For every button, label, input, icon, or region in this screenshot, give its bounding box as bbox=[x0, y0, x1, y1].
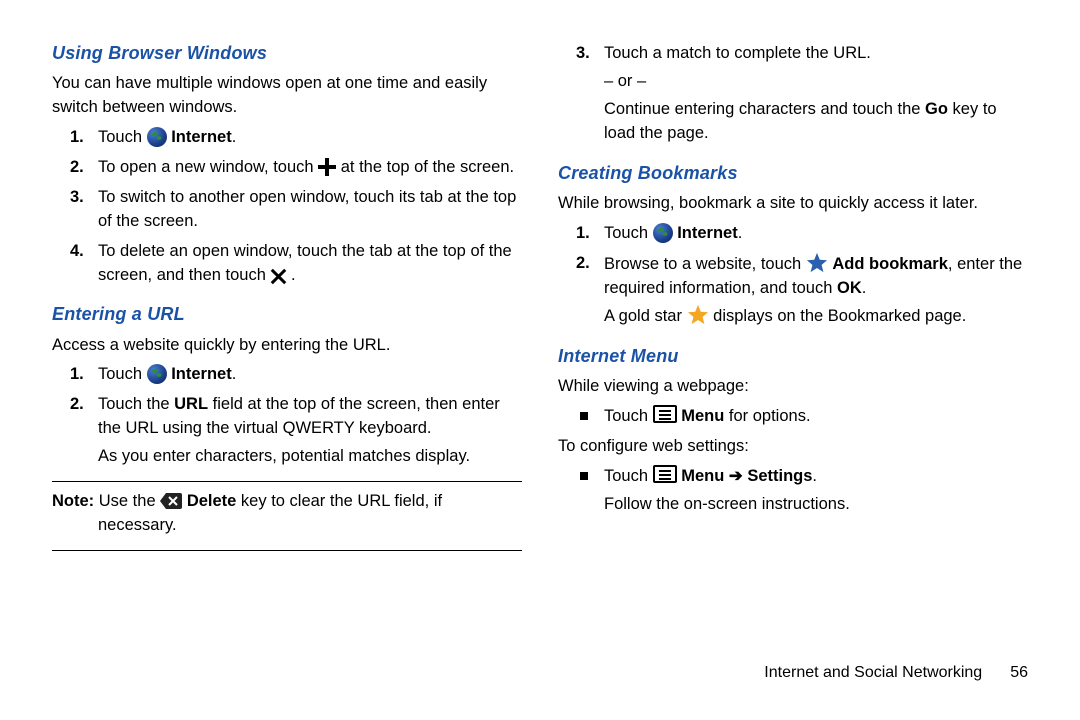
label-menu: Menu bbox=[681, 467, 724, 485]
manual-page: Using Browser Windows You can have multi… bbox=[0, 0, 1080, 720]
section-name: Internet and Social Networking bbox=[764, 664, 982, 681]
heading-creating-bookmarks: Creating Bookmarks bbox=[558, 160, 1028, 186]
bullet-2: Touch Menu ➔ Settings. Follow the on-scr… bbox=[604, 465, 1028, 517]
label-go: Go bbox=[925, 100, 948, 118]
text: Touch bbox=[604, 407, 653, 425]
label-internet: Internet bbox=[171, 128, 232, 146]
gold-star-icon bbox=[687, 304, 709, 326]
plus-icon bbox=[318, 158, 336, 176]
step-2: Touch the URL field at the top of the sc… bbox=[98, 393, 522, 469]
bullet-1: Touch Menu for options. bbox=[604, 405, 1028, 429]
para-configure: To configure web settings: bbox=[558, 435, 1028, 459]
label-url: URL bbox=[174, 395, 208, 413]
step-4: To delete an open window, touch the tab … bbox=[98, 240, 522, 288]
text: Browse to a website, touch bbox=[604, 255, 806, 273]
text: . bbox=[286, 266, 295, 284]
globe-icon bbox=[653, 223, 673, 243]
step-3: To switch to another open window, touch … bbox=[98, 186, 522, 234]
label-internet: Internet bbox=[677, 224, 738, 242]
note-body: Note: Use the Delete key to clear the UR… bbox=[52, 490, 522, 538]
steps-browser-windows: Touch Internet. To open a new window, to… bbox=[52, 126, 522, 288]
bullet-list-2: Touch Menu ➔ Settings. Follow the on-scr… bbox=[558, 465, 1028, 517]
para-intro-windows: You can have multiple windows open at on… bbox=[52, 72, 522, 120]
label-menu: Menu bbox=[681, 407, 724, 425]
text: To open a new window, touch bbox=[98, 158, 318, 176]
sub-text: Continue entering characters and touch t… bbox=[604, 98, 1028, 146]
or-divider: – or – bbox=[604, 70, 1028, 94]
text: . bbox=[232, 128, 237, 146]
steps-entering-url: Touch Internet. Touch the URL field at t… bbox=[52, 363, 522, 469]
text: To delete an open window, touch the tab … bbox=[98, 242, 512, 284]
text: Continue entering characters and touch t… bbox=[604, 100, 925, 118]
text: Use the bbox=[94, 492, 160, 510]
menu-icon bbox=[653, 405, 677, 423]
text: Touch bbox=[604, 224, 653, 242]
text: at the top of the screen. bbox=[336, 158, 514, 176]
text: . bbox=[738, 224, 743, 242]
x-icon bbox=[270, 268, 286, 284]
heading-internet-menu: Internet Menu bbox=[558, 343, 1028, 369]
text: Touch bbox=[98, 128, 147, 146]
label-delete: Delete bbox=[187, 492, 237, 510]
label-internet: Internet bbox=[171, 365, 232, 383]
menu-icon bbox=[653, 465, 677, 483]
step-1: Touch Internet. bbox=[98, 363, 522, 387]
delete-key-icon bbox=[160, 493, 182, 509]
step-1: Touch Internet. bbox=[98, 126, 522, 150]
step-3: Touch a match to complete the URL. – or … bbox=[604, 42, 1028, 146]
text: A gold star bbox=[604, 307, 687, 325]
step-2: Browse to a website, touch Add bookmark,… bbox=[604, 252, 1028, 330]
two-column-layout: Using Browser Windows You can have multi… bbox=[52, 40, 1028, 551]
text: . bbox=[812, 467, 817, 485]
text: Touch bbox=[98, 365, 147, 383]
text: . bbox=[862, 279, 867, 297]
star-icon bbox=[806, 252, 828, 274]
arrow-icon: ➔ bbox=[724, 467, 747, 485]
sub-text: Follow the on-screen instructions. bbox=[604, 493, 1028, 517]
para-intro-bookmarks: While browsing, bookmark a site to quick… bbox=[558, 192, 1028, 216]
page-footer: Internet and Social Networking 56 bbox=[764, 664, 1028, 682]
left-column: Using Browser Windows You can have multi… bbox=[52, 40, 522, 551]
heading-entering-url: Entering a URL bbox=[52, 301, 522, 327]
label-note: Note: bbox=[52, 492, 94, 510]
page-number: 56 bbox=[1010, 664, 1028, 681]
sub-text: A gold star displays on the Bookmarked p… bbox=[604, 304, 1028, 329]
text: . bbox=[232, 365, 237, 383]
steps-continued: Touch a match to complete the URL. – or … bbox=[558, 42, 1028, 146]
step-2: To open a new window, touch at the top o… bbox=[98, 156, 522, 180]
para-while-viewing: While viewing a webpage: bbox=[558, 375, 1028, 399]
right-column: Touch a match to complete the URL. – or … bbox=[558, 40, 1028, 551]
heading-using-browser-windows: Using Browser Windows bbox=[52, 40, 522, 66]
label-ok: OK bbox=[837, 279, 862, 297]
globe-icon bbox=[147, 364, 167, 384]
steps-bookmarks: Touch Internet. Browse to a website, tou… bbox=[558, 222, 1028, 330]
para-intro-url: Access a website quickly by entering the… bbox=[52, 334, 522, 358]
note-box: Note: Use the Delete key to clear the UR… bbox=[52, 481, 522, 551]
label-add-bookmark: Add bookmark bbox=[832, 255, 948, 273]
globe-icon bbox=[147, 127, 167, 147]
text: Touch the bbox=[98, 395, 174, 413]
bullet-list-1: Touch Menu for options. bbox=[558, 405, 1028, 429]
text: Touch bbox=[604, 467, 653, 485]
sub-text: As you enter characters, potential match… bbox=[98, 445, 522, 469]
text: displays on the Bookmarked page. bbox=[709, 307, 967, 325]
step-1: Touch Internet. bbox=[604, 222, 1028, 246]
label-settings: Settings bbox=[747, 467, 812, 485]
text: Touch a match to complete the URL. bbox=[604, 44, 871, 62]
text: for options. bbox=[724, 407, 810, 425]
